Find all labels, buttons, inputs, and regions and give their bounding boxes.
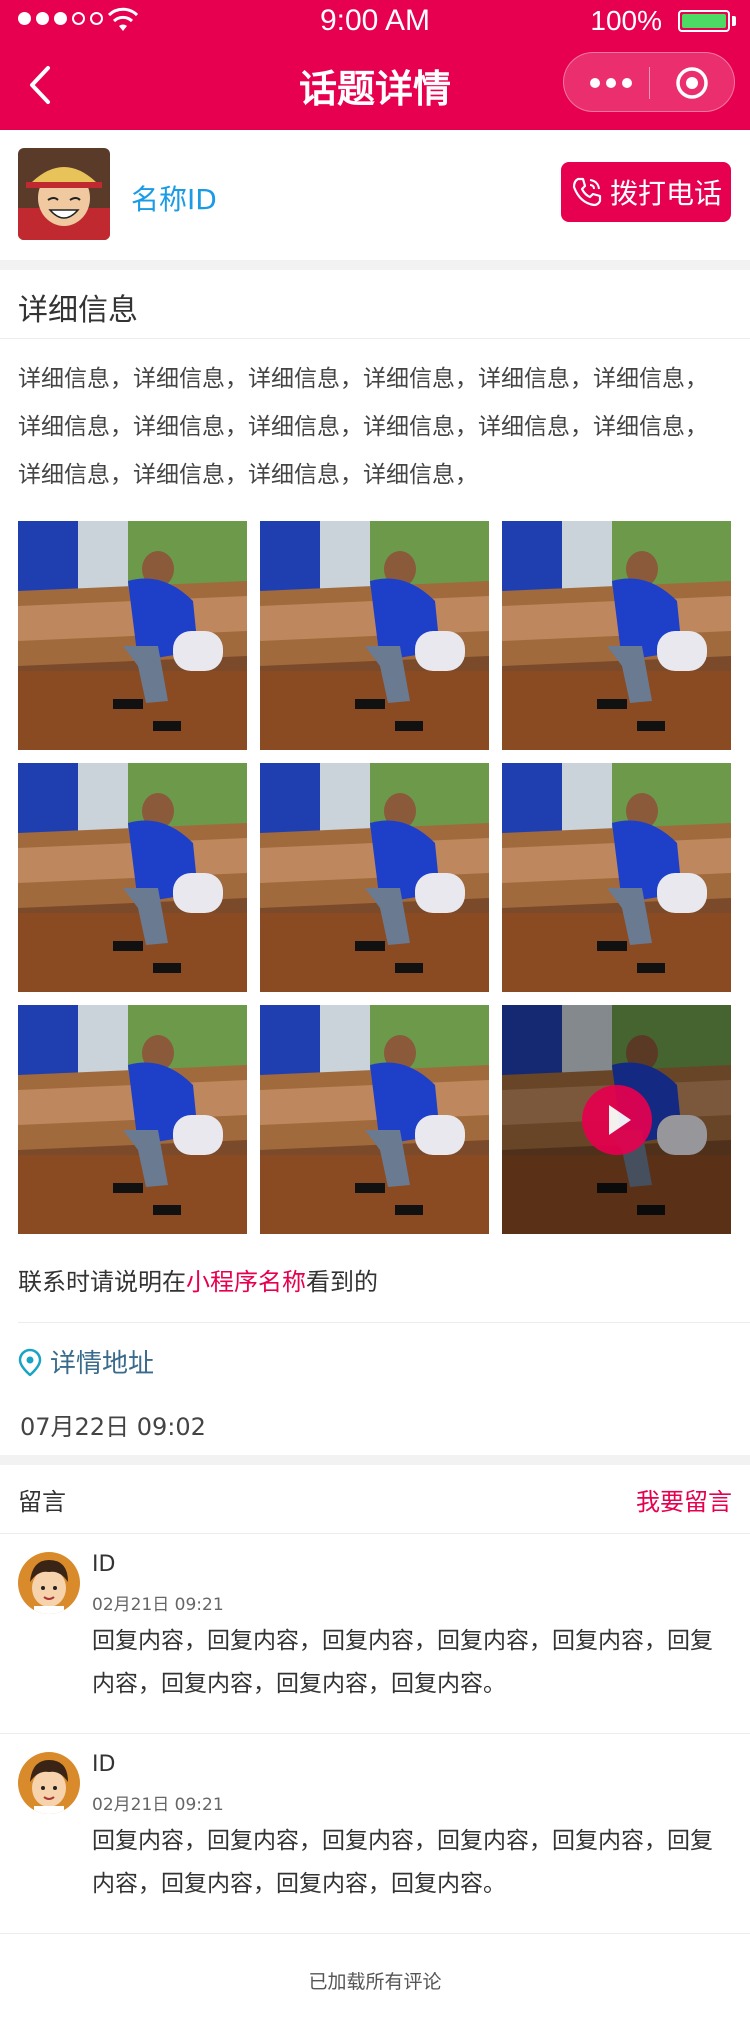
commenter-avatar[interactable]	[18, 1752, 80, 1814]
call-button[interactable]: 拨打电话	[561, 162, 731, 222]
comment-time: 02月21日 09:21	[92, 1595, 224, 1615]
section-divider	[0, 1455, 750, 1465]
play-icon[interactable]	[582, 1085, 652, 1155]
call-button-label: 拨打电话	[609, 177, 722, 210]
address-label: 详情地址	[50, 1349, 155, 1379]
photo-thumbnail[interactable]	[18, 763, 247, 992]
commenter-avatar[interactable]	[18, 1552, 80, 1614]
comment-text: 回复内容，回复内容，回复内容，回复内容，回复内容，回复内容，回复内容，回复内容，…	[92, 1828, 713, 1897]
avatar[interactable]	[18, 148, 110, 240]
note-mini-program-name[interactable]: 小程序名称	[186, 1268, 306, 1296]
capsule-menu	[563, 52, 735, 112]
profile-name: 名称ID	[131, 183, 217, 216]
photo-gallery	[18, 521, 732, 1234]
add-comment-button[interactable]: 我要留言	[636, 1482, 732, 1517]
commenter-name: ID	[92, 1552, 116, 1577]
photo-thumbnail[interactable]	[502, 521, 731, 750]
comment-item: ID 02月21日 09:21 回复内容，回复内容，回复内容，回复内容，回复内容…	[0, 1534, 750, 1734]
more-icon[interactable]	[586, 69, 636, 97]
detail-line: 详细信息，详细信息，详细信息，详细信息，详细信息，详细信息，	[18, 366, 708, 392]
comments-label: 留言	[18, 1488, 66, 1516]
photo-thumbnail[interactable]	[502, 763, 731, 992]
photo-thumbnail[interactable]	[260, 763, 489, 992]
address-link[interactable]: 详情地址	[18, 1343, 154, 1380]
photo-thumbnail[interactable]	[260, 1005, 489, 1234]
close-mini-program-icon[interactable]	[674, 65, 710, 101]
photo-thumbnail[interactable]	[260, 521, 489, 750]
phone-icon	[572, 177, 602, 207]
commenter-name: ID	[92, 1752, 116, 1777]
detail-line: 详细信息，详细信息，详细信息，详细信息，详细信息，详细信息，	[18, 414, 708, 440]
comments-loaded-footer: 已加载所有评论	[308, 1971, 442, 1993]
detail-description: 详细信息，详细信息，详细信息，详细信息，详细信息，详细信息， 详细信息，详细信息…	[18, 355, 734, 499]
photo-thumbnail[interactable]	[18, 1005, 247, 1234]
detail-line: 详细信息，详细信息，详细信息，详细信息，	[18, 462, 478, 488]
video-thumbnail[interactable]	[502, 1005, 731, 1234]
divider	[18, 1322, 750, 1323]
divider	[0, 1933, 750, 1934]
note-prefix: 联系时请说明在	[18, 1268, 186, 1296]
note-suffix: 看到的	[306, 1268, 378, 1296]
battery-percent: 100%	[590, 5, 662, 36]
section-divider	[0, 260, 750, 270]
location-pin-icon	[18, 1348, 42, 1376]
photo-thumbnail[interactable]	[18, 521, 247, 750]
divider	[0, 338, 750, 339]
profile-header: 名称ID 拨打电话	[0, 130, 750, 260]
status-bar: 9:00 AM 100%	[0, 0, 750, 40]
comment-item: ID 02月21日 09:21 回复内容，回复内容，回复内容，回复内容，回复内容…	[0, 1734, 750, 1934]
nav-bar: 话题详情	[0, 40, 750, 130]
post-datetime: 07月22日 09:02	[20, 1413, 206, 1441]
contact-note: 联系时请说明在小程序名称看到的	[18, 1262, 378, 1297]
capsule-divider	[649, 67, 650, 99]
comment-time: 02月21日 09:21	[92, 1795, 224, 1815]
comment-text: 回复内容，回复内容，回复内容，回复内容，回复内容，回复内容，回复内容，回复内容，…	[92, 1628, 713, 1697]
detail-title: 详细信息	[18, 293, 138, 328]
battery-icon	[678, 10, 730, 32]
